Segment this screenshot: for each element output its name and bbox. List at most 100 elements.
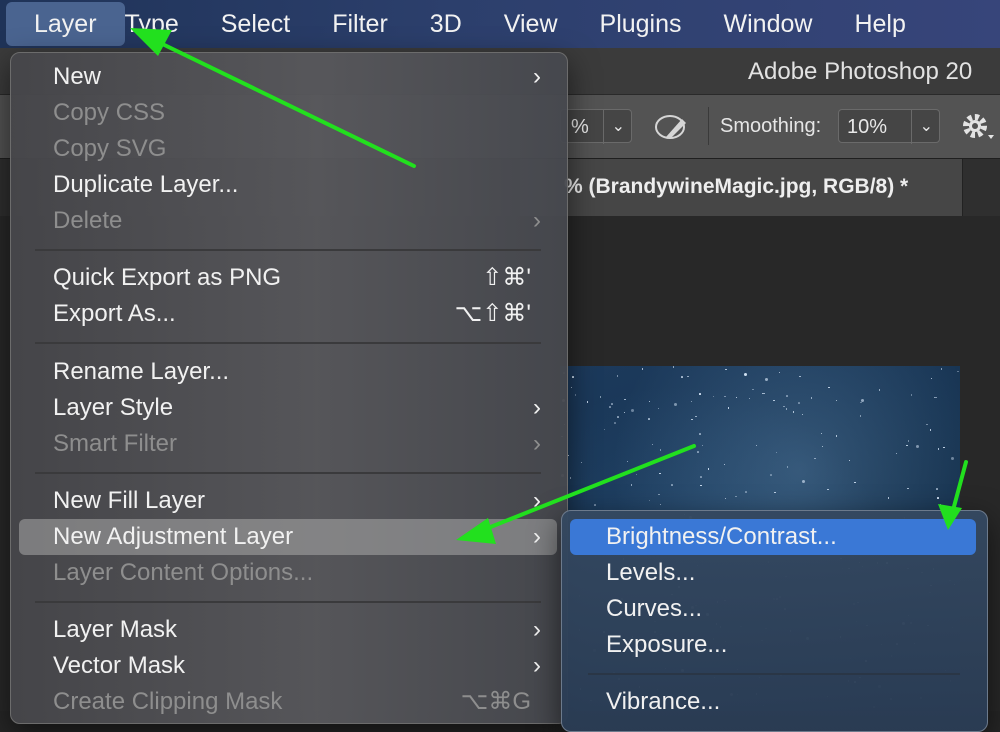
star-dot bbox=[774, 491, 776, 494]
submenu-item-label: Brightness/Contrast... bbox=[606, 523, 837, 550]
star-dot bbox=[957, 370, 959, 373]
star-dot bbox=[724, 395, 726, 398]
star-dot bbox=[569, 477, 572, 479]
submenu-item-exposure[interactable]: Exposure... bbox=[570, 627, 976, 663]
star-dot bbox=[943, 446, 945, 449]
star-dot bbox=[681, 376, 683, 378]
star-dot bbox=[700, 476, 702, 478]
star-dot bbox=[935, 396, 937, 399]
star-dot bbox=[798, 402, 800, 404]
pressure-brush-icon[interactable] bbox=[652, 113, 692, 141]
star-dot bbox=[827, 488, 829, 491]
star-dot bbox=[659, 503, 662, 506]
star-dot bbox=[586, 401, 589, 403]
star-dot bbox=[626, 460, 629, 463]
star-dot bbox=[691, 418, 693, 421]
star-dot bbox=[828, 386, 830, 389]
star-dot bbox=[887, 497, 890, 499]
menu-view[interactable]: View bbox=[480, 2, 576, 46]
star-dot bbox=[701, 444, 704, 447]
menu-item-quick-export-png[interactable]: Quick Export as PNG ⇧⌘' bbox=[19, 260, 557, 296]
menu-item-label: Copy CSS bbox=[53, 99, 166, 126]
chevron-down-icon[interactable]: ⌄ bbox=[602, 110, 625, 144]
menu-item-label: Rename Layer... bbox=[53, 358, 230, 385]
chevron-right-icon: › bbox=[533, 487, 541, 514]
menu-item-shortcut: ⇧⌘' bbox=[482, 264, 531, 291]
star-dot bbox=[695, 415, 697, 418]
menu-item-new[interactable]: New › bbox=[19, 59, 557, 95]
menu-item-export-as[interactable]: Export As... ⌥⇧⌘' bbox=[19, 296, 557, 332]
star-dot bbox=[648, 400, 651, 403]
star-dot bbox=[937, 448, 940, 450]
menu-window[interactable]: Window bbox=[700, 2, 831, 46]
star-dot bbox=[630, 408, 634, 412]
menu-filter[interactable]: Filter bbox=[308, 2, 406, 46]
menu-item-duplicate-layer[interactable]: Duplicate Layer... bbox=[19, 167, 557, 203]
submenu-item-vibrance[interactable]: Vibrance... bbox=[570, 684, 976, 720]
menu-item-layer-mask[interactable]: Layer Mask › bbox=[19, 612, 557, 648]
star-dot bbox=[727, 407, 730, 409]
smoothing-field[interactable]: 10% ⌄ bbox=[838, 109, 940, 144]
menu-item-copy-css: Copy CSS bbox=[19, 95, 557, 131]
opacity-field[interactable]: % ⌄ bbox=[560, 109, 632, 144]
star-dot bbox=[630, 484, 633, 486]
star-dot bbox=[915, 444, 919, 448]
menu-separator bbox=[35, 601, 541, 603]
menu-item-rename-layer[interactable]: Rename Layer... bbox=[19, 354, 557, 390]
document-tab-title: % (BrandywineMagic.jpg, RGB/8) * bbox=[564, 175, 909, 198]
star-dot bbox=[624, 398, 626, 400]
star-dot bbox=[671, 484, 673, 486]
submenu-item-brightness-contrast[interactable]: Brightness/Contrast... bbox=[570, 519, 976, 555]
star-dot bbox=[770, 474, 772, 476]
submenu-item-levels[interactable]: Levels... bbox=[570, 555, 976, 591]
menu-separator bbox=[35, 342, 541, 344]
menu-item-label: Layer Content Options... bbox=[53, 559, 314, 586]
star-dot bbox=[659, 449, 662, 451]
submenu-item-label: Curves... bbox=[606, 595, 703, 622]
submenu-item-curves[interactable]: Curves... bbox=[570, 591, 976, 627]
menu-type[interactable]: Type bbox=[125, 2, 197, 46]
star-dot bbox=[690, 400, 693, 403]
menu-item-copy-svg: Copy SVG bbox=[19, 131, 557, 167]
star-dot bbox=[700, 484, 702, 487]
chevron-right-icon: › bbox=[533, 394, 541, 421]
star-dot bbox=[723, 463, 725, 466]
menu-item-label: New bbox=[53, 63, 102, 90]
star-dot bbox=[603, 428, 606, 431]
star-dot bbox=[735, 396, 738, 399]
gear-icon[interactable] bbox=[960, 111, 994, 143]
menu-help[interactable]: Help bbox=[830, 2, 923, 46]
star-dot bbox=[773, 399, 775, 402]
menu-plugins[interactable]: Plugins bbox=[576, 2, 700, 46]
menu-item-layer-style[interactable]: Layer Style › bbox=[19, 390, 557, 426]
star-dot bbox=[687, 375, 689, 378]
star-dot bbox=[617, 416, 619, 418]
submenu-separator bbox=[588, 673, 960, 675]
chevron-right-icon: › bbox=[533, 430, 541, 457]
menu-select[interactable]: Select bbox=[197, 2, 308, 46]
menu-item-create-clipping-mask: Create Clipping Mask ⌥⌘G bbox=[19, 684, 557, 720]
document-tab[interactable]: % (BrandywineMagic.jpg, RGB/8) * bbox=[520, 159, 963, 217]
star-dot bbox=[572, 376, 574, 378]
menu-item-delete: Delete › bbox=[19, 203, 557, 239]
star-dot bbox=[707, 468, 709, 470]
star-dot bbox=[835, 399, 838, 402]
menu-3d[interactable]: 3D bbox=[406, 2, 480, 46]
star-dot bbox=[614, 422, 616, 424]
menu-item-vector-mask[interactable]: Vector Mask › bbox=[19, 648, 557, 684]
star-dot bbox=[725, 368, 727, 371]
adjustment-layer-submenu: Brightness/Contrast... Levels... Curves.… bbox=[561, 510, 988, 732]
star-dot bbox=[910, 394, 913, 396]
submenu-item-label: Exposure... bbox=[606, 631, 728, 658]
chevron-down-icon[interactable]: ⌄ bbox=[910, 110, 933, 144]
star-dot bbox=[848, 459, 851, 462]
menu-item-label: Layer Mask bbox=[53, 616, 178, 643]
star-dot bbox=[930, 377, 933, 380]
menu-layer[interactable]: Layer bbox=[6, 2, 125, 46]
menu-item-new-fill-layer[interactable]: New Fill Layer › bbox=[19, 483, 557, 519]
menu-item-layer-content-options: Layer Content Options... bbox=[19, 555, 557, 591]
star-dot bbox=[570, 386, 573, 389]
menu-item-new-adjustment-layer[interactable]: New Adjustment Layer › bbox=[19, 519, 557, 555]
star-dot bbox=[895, 452, 898, 455]
star-dot bbox=[609, 406, 611, 408]
